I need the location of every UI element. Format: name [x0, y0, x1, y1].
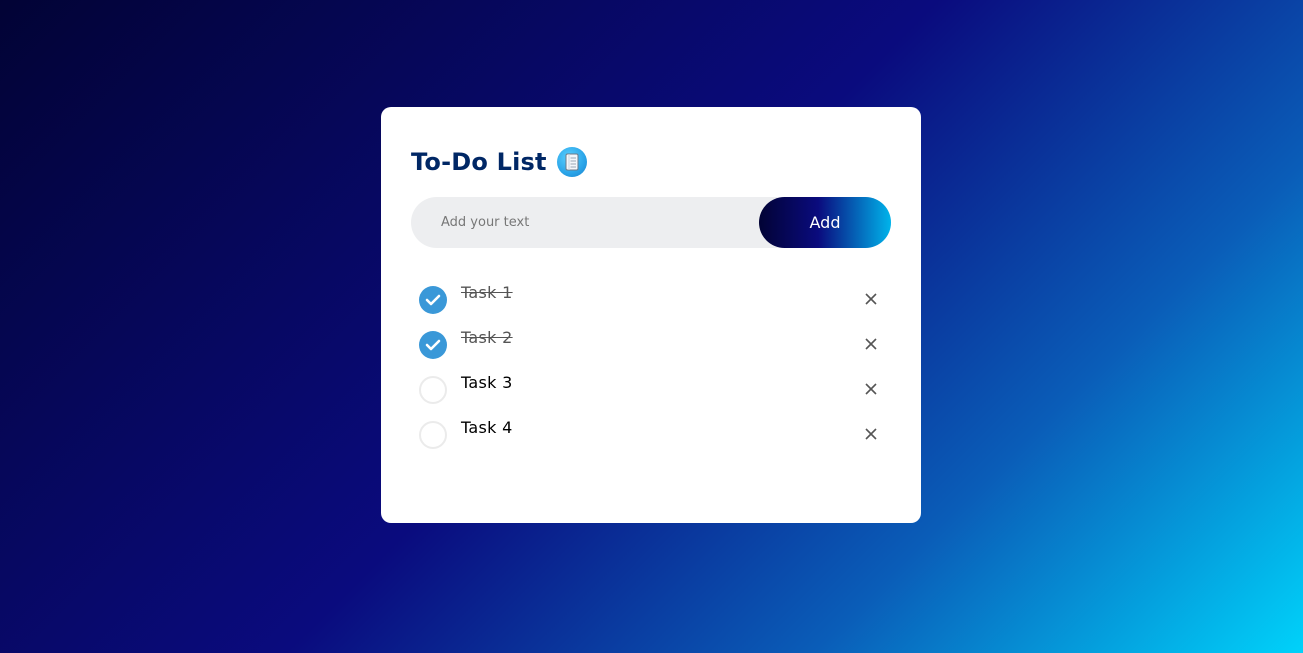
task-checkbox[interactable]: [419, 331, 447, 359]
add-button[interactable]: Add: [759, 197, 891, 248]
add-task-row: Add: [411, 197, 891, 248]
close-icon[interactable]: [864, 427, 878, 441]
task-checkbox[interactable]: [419, 286, 447, 314]
check-icon: [425, 294, 441, 306]
notepad-icon: [556, 147, 587, 177]
close-icon[interactable]: [864, 382, 878, 396]
task-input[interactable]: [441, 215, 759, 230]
task-list: Task 1 Task 2 Task 3 Task 4: [411, 276, 891, 456]
title-row: To-Do List: [411, 147, 891, 177]
app-title: To-Do List: [411, 148, 547, 176]
task-checkbox[interactable]: [419, 421, 447, 449]
close-icon[interactable]: [864, 292, 878, 306]
task-label: Task 4: [461, 418, 513, 437]
todo-card: To-Do List Add Task 1: [381, 107, 921, 523]
task-label: Task 2: [461, 328, 513, 347]
task-label: Task 1: [461, 283, 513, 302]
close-icon[interactable]: [864, 337, 878, 351]
task-checkbox[interactable]: [419, 376, 447, 404]
check-icon: [425, 339, 441, 351]
task-item[interactable]: Task 1: [411, 276, 891, 321]
task-item[interactable]: Task 4: [411, 411, 891, 456]
task-item[interactable]: Task 3: [411, 366, 891, 411]
task-item[interactable]: Task 2: [411, 321, 891, 366]
task-label: Task 3: [461, 373, 513, 392]
